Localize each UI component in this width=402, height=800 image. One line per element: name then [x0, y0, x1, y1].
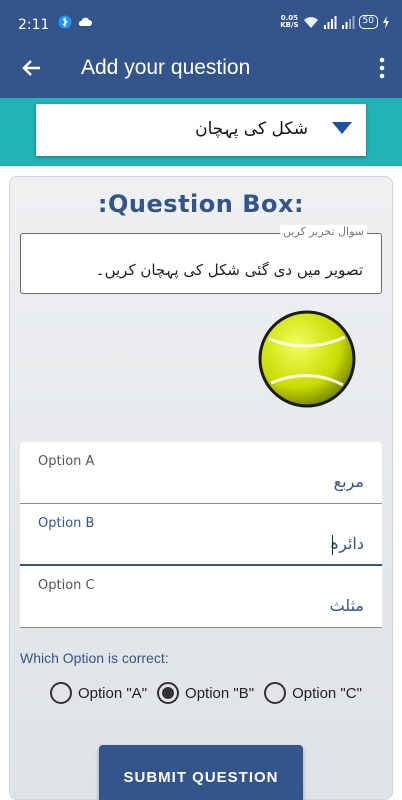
radio-option-a-label: Option "A"	[78, 684, 148, 702]
option-c-label: Option C	[38, 578, 95, 593]
status-time: 2:11	[18, 17, 50, 33]
chevron-down-icon	[332, 122, 352, 134]
app-bar: Add your question	[0, 42, 402, 98]
radio-option-b-label: Option "B"	[185, 684, 255, 702]
signal-icon-2	[341, 15, 355, 29]
status-right: 0.05 KB/S 50	[280, 14, 390, 30]
radio-option-c-label: Option "C"	[292, 684, 362, 702]
radio-option-b[interactable]: Option "B"	[157, 682, 254, 704]
option-c-field[interactable]: Option C مثلث	[20, 566, 382, 628]
question-input[interactable]: سوال تحریر کریں تصویر میں دی گئی شکل کی …	[20, 225, 382, 294]
cloud-icon	[78, 17, 92, 26]
more-vert-icon[interactable]	[378, 56, 386, 80]
network-speed: 0.05 KB/S	[280, 14, 299, 29]
vpn-key-icon	[58, 15, 72, 29]
tennis-ball-image	[258, 310, 356, 408]
option-b-value: دائرہ	[329, 534, 364, 553]
option-b-label: Option B	[38, 516, 95, 531]
radio-option-c[interactable]: Option "C"	[264, 682, 362, 704]
wifi-icon	[303, 16, 318, 28]
submit-question-button[interactable]: SUBMIT QUESTION	[99, 745, 303, 800]
option-b-field[interactable]: Option B دائرہ	[20, 504, 382, 566]
status-bar: 2:11 0.05 KB/S 50	[0, 0, 402, 42]
correct-option-group: Option "A" Option "B" Option "C"	[50, 682, 362, 704]
radio-option-a[interactable]: Option "A"	[50, 682, 147, 704]
charging-icon	[383, 15, 389, 29]
arrow-left-icon[interactable]	[20, 56, 44, 80]
question-input-value: تصویر میں دی گئی شکل کی پہچان کریں۔	[95, 261, 363, 279]
radio-checked-icon	[157, 682, 180, 704]
question-box-heading: :Question Box:	[97, 190, 305, 218]
category-selected: شکل کی پہچان	[195, 119, 308, 139]
page-title: Add your question	[81, 56, 251, 79]
option-a-value: مربع	[333, 472, 364, 491]
category-dropdown[interactable]: شکل کی پہچان	[36, 104, 366, 156]
option-a-label: Option A	[38, 454, 95, 469]
correct-option-prompt: Which Option is correct:	[20, 650, 169, 666]
signal-icon	[323, 15, 337, 29]
radio-unchecked-icon	[50, 682, 72, 704]
text-cursor	[331, 535, 333, 555]
battery-indicator: 50	[358, 15, 378, 29]
option-a-field[interactable]: Option A مربع	[20, 442, 382, 504]
radio-unchecked-icon	[264, 682, 287, 704]
question-input-label: سوال تحریر کریں	[279, 225, 367, 238]
option-c-value: مثلث	[329, 596, 364, 615]
